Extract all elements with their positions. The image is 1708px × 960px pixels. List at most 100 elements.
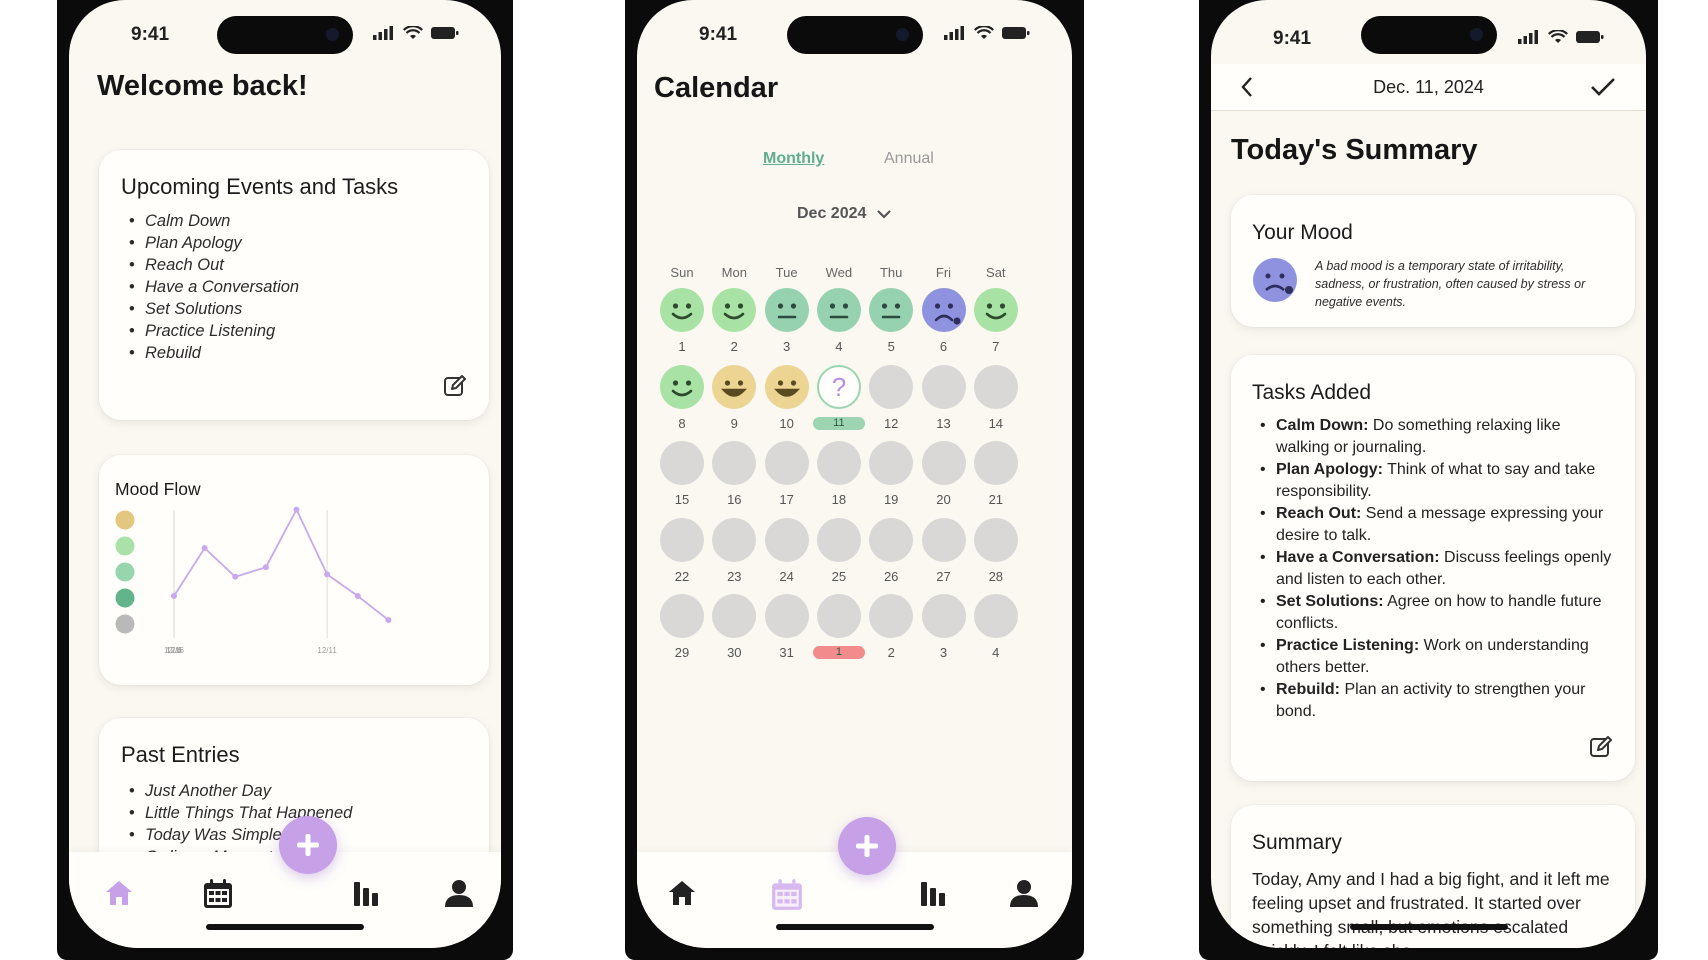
home-indicator [206,924,364,930]
wifi-icon [1548,30,1568,43]
list-item: Plan Apology: Think of what to say and t… [1252,459,1612,503]
mood-level-dot [115,536,135,556]
x-tick-label: 12/16 [164,646,185,655]
mood-data-point [354,593,361,599]
calendar-icon[interactable] [770,878,804,912]
stats-icon[interactable] [919,878,949,908]
calendar-day-empty[interactable] [973,517,1018,562]
calendar-day-empty[interactable] [816,594,861,638]
neutral-face-icon [881,303,901,319]
calendar-day-empty[interactable] [660,594,704,638]
mood-data-point [293,506,300,513]
calendar-day-empty[interactable] [712,441,757,485]
calendar-day-empty[interactable] [921,594,966,638]
calendar-day-empty[interactable] [921,441,966,485]
calendar-day-empty[interactable] [921,364,966,409]
calendar-day-number: 6 [939,339,948,354]
dynamic-island [786,16,923,54]
calendar-day-empty[interactable] [869,594,914,638]
calendar-day-empty[interactable] [973,441,1018,485]
calendar-day-mood[interactable] [660,364,704,409]
list-item[interactable]: Just Another Day [121,780,352,802]
calendar-day-empty[interactable] [764,594,809,638]
calendar-day-today[interactable]: ? [816,364,861,409]
joy-face-icon [721,379,748,397]
calendar-day-empty[interactable] [816,517,861,562]
calendar-icon[interactable] [202,878,234,910]
stats-icon[interactable] [352,878,382,908]
list-item: Practice Listening: Work on understandin… [1252,635,1612,679]
tasks-list: Calm Down: Do something relaxing like wa… [1252,415,1612,723]
calendar-day-empty[interactable] [660,441,704,485]
mood-flow-card: Mood Flow 12/1 12/6 12/11 12/16 [99,455,489,685]
calendar-day-empty[interactable] [869,441,914,485]
weekday-label: Sat [986,265,1006,280]
home-icon[interactable] [667,878,697,908]
today-date-pill: 11 [812,416,865,430]
edit-icon[interactable] [443,374,467,398]
add-entry-button[interactable] [279,816,337,874]
calendar-day-empty[interactable] [764,441,809,485]
happy-face-icon [723,303,745,320]
calendar-day-number: 21 [988,492,1004,507]
neutral-face-icon [777,303,796,319]
calendar-day-number: 7 [992,339,1000,354]
calendar-day-mood[interactable] [869,288,914,332]
calendar-day-empty[interactable] [712,517,757,562]
calendar-day-number: 28 [988,568,1004,584]
summary-text: Today, Amy and I had a big fight, and it… [1252,869,1610,948]
tab-annual[interactable]: Annual [884,150,934,168]
calendar-day-number: 14 [988,415,1004,431]
list-item: Rebuild [121,342,299,364]
calendar-day-empty[interactable] [869,517,914,562]
mood-level-dot [115,588,135,608]
calendar-day-empty[interactable] [973,364,1018,409]
tab-monthly[interactable]: Monthly [763,150,824,168]
home-icon[interactable] [104,878,134,908]
calendar-day-mood[interactable] [712,288,757,332]
profile-icon[interactable] [1009,878,1039,908]
month-selector[interactable]: Dec 2024 [797,205,892,223]
list-item: Calm Down [121,210,299,232]
checkmark-icon[interactable] [1590,76,1616,98]
status-time: 9:41 [131,24,170,45]
calendar-day-number: 20 [936,492,951,507]
list-item: Practice Listening [121,320,299,342]
profile-icon[interactable] [444,878,474,908]
calendar-day-mood[interactable] [712,364,757,409]
calendar-day-empty[interactable] [921,517,966,562]
list-item: Have a Conversation [121,276,299,298]
calendar-day-empty[interactable] [973,594,1018,638]
calendar-day-empty[interactable] [764,517,809,562]
calendar-day-mood[interactable] [764,364,809,409]
status-time: 9:41 [699,24,738,45]
calendar-day-empty[interactable] [816,441,861,485]
calendar-day-empty[interactable] [869,364,914,409]
weekday-label: Wed [825,265,853,280]
calendar-day-mood[interactable] [660,288,704,332]
calendar-day-empty[interactable] [660,517,704,562]
question-icon: ? [832,372,846,402]
page-title: Welcome back! [97,70,308,102]
signal-icon [373,26,393,40]
chevron-down-icon [877,210,892,219]
add-entry-button[interactable] [838,817,896,875]
calendar-day-mood[interactable] [816,288,861,332]
calendar-day-number: 9 [730,415,738,431]
past-entries-title: Past Entries [121,742,240,767]
calendar-day-number: 22 [674,568,690,584]
calendar-day-mood[interactable] [973,288,1018,332]
calendar-day-empty[interactable] [712,594,757,638]
calendar-day-number: 3 [782,339,791,354]
calendar-day-mood[interactable] [764,288,809,332]
calendar-day-number: 12 [883,415,899,431]
plus-icon [856,835,878,857]
phone-home: 9:41 Welcome back! Upcoming Events and T… [57,0,513,960]
calendar-day-number: 3 [939,645,948,660]
calendar-day-number: 31 [779,645,794,660]
status-icons [944,26,1030,40]
page-title: Calendar [654,72,779,104]
calendar-day-number: 27 [936,568,951,584]
calendar-day-mood[interactable] [921,288,966,332]
edit-icon[interactable] [1589,735,1613,759]
